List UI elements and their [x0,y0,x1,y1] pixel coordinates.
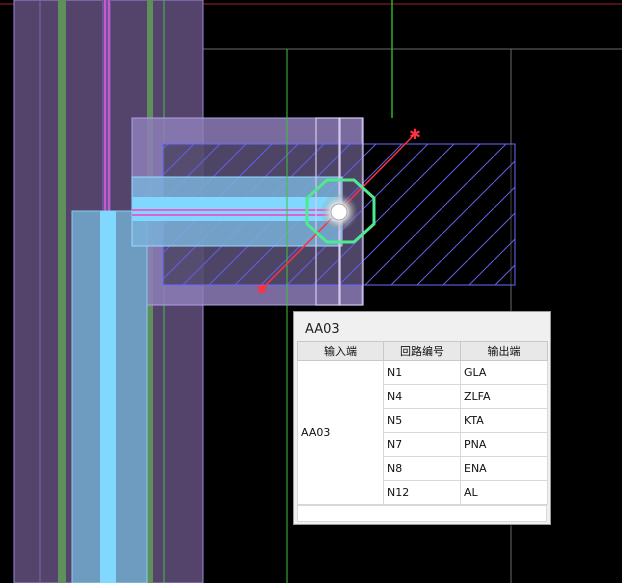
input-terminal-cell: AA03 [297,360,384,505]
column-header-output: 输出端 [460,341,548,361]
column-header-circuit: 回路编号 [383,341,461,361]
tooltip-title: AA03 [305,322,340,337]
output-cell: GLA [460,360,548,385]
circuit-cell: N4 [383,384,461,409]
column-header-input: 输入端 [297,341,384,361]
red-marker-icon[interactable]: ✱ [256,282,268,298]
red-marker-icon[interactable]: ✱ [409,127,421,143]
circuit-cell: N8 [383,456,461,481]
tooltip-footer [297,505,547,522]
output-cell: ENA [460,456,548,481]
circuit-cell: N7 [383,432,461,457]
cyan-riser [100,211,116,583]
circuit-table: 输入端 回路编号 输出端 AA03 N1 GLA N4 ZLFA N5 KTA … [297,341,548,505]
output-cell: PNA [460,432,548,457]
output-cell: KTA [460,408,548,433]
circuit-cell: N5 [383,408,461,433]
table-row: AA03 N1 GLA [297,360,548,505]
circuit-cell: N1 [383,360,461,385]
circuit-tooltip: AA03 输入端 回路编号 输出端 AA03 N1 GLA N4 ZLFA N5… [293,311,551,525]
green-strip [58,0,66,583]
node-center [330,203,348,221]
table-header-row: 输入端 回路编号 输出端 [297,341,548,361]
circuit-cell: N12 [383,480,461,505]
output-cell: ZLFA [460,384,548,409]
output-cell: AL [460,480,548,505]
